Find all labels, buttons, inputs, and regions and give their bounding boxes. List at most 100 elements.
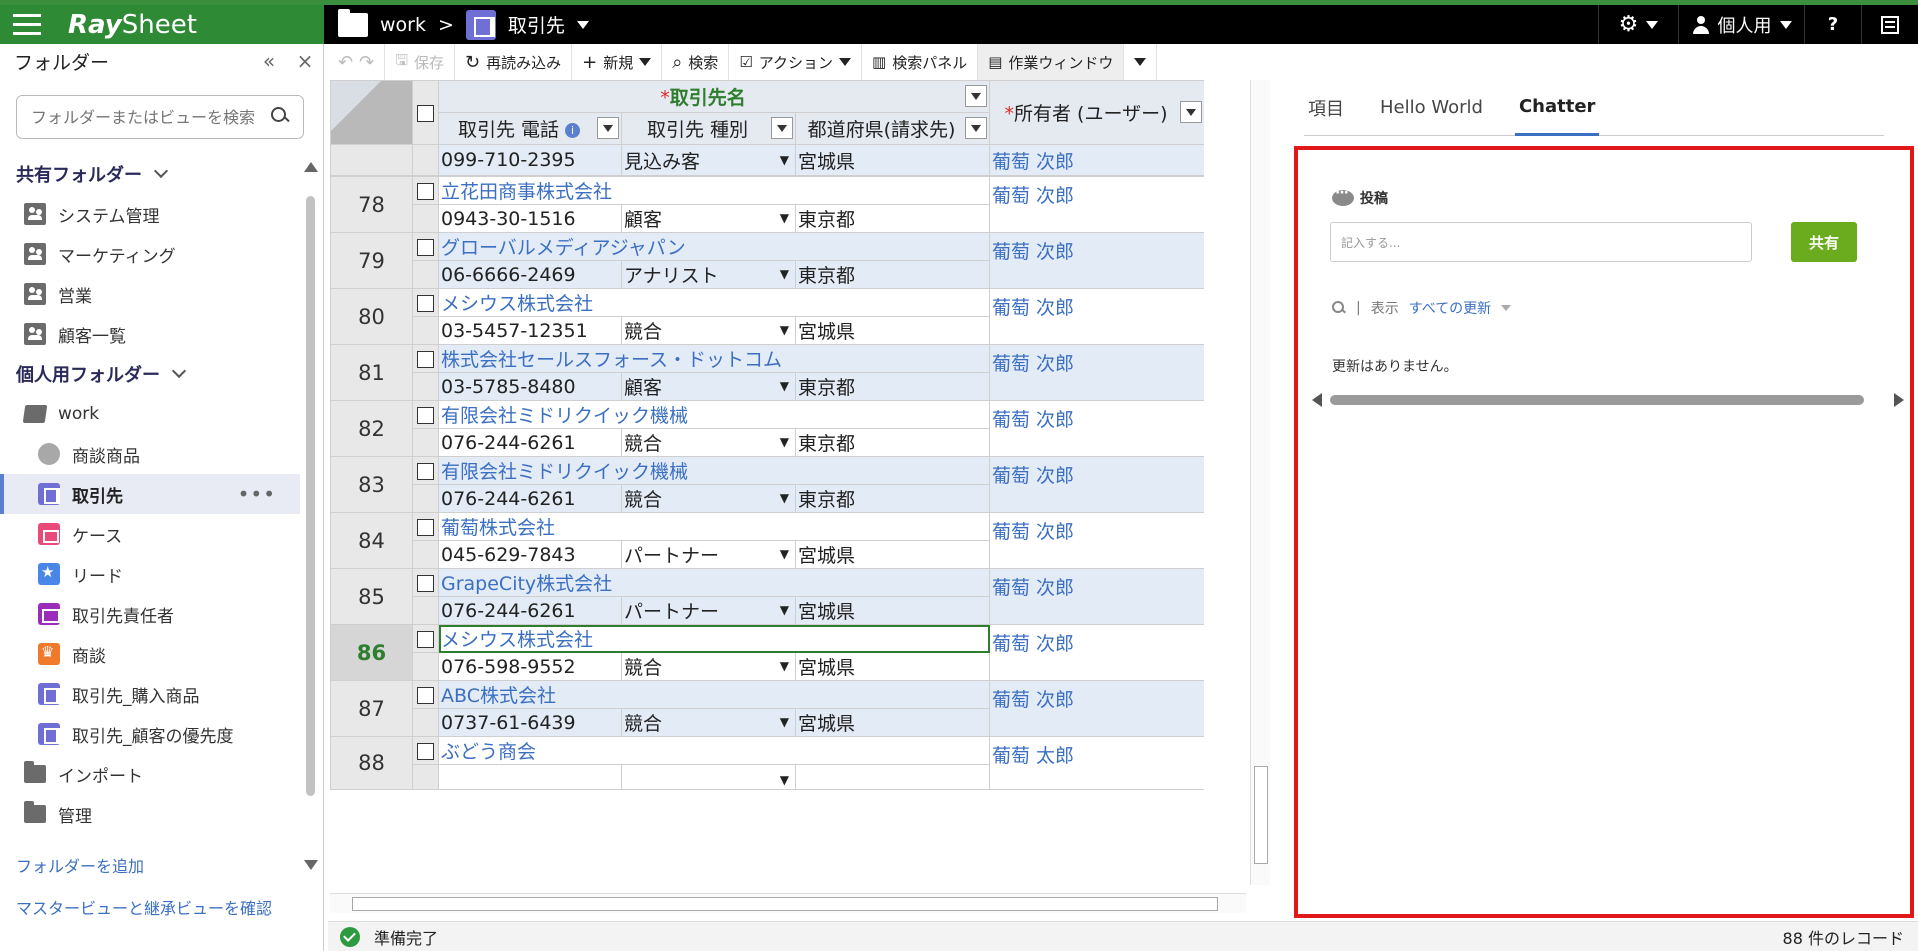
prefecture-cell[interactable]: 東京都 (795, 428, 990, 457)
table-row[interactable]: 82 有限会社ミドリクイック機械 葡萄 次郎 (330, 400, 1204, 457)
owner-cell[interactable]: 葡萄 次郎 (989, 568, 1204, 625)
table-row[interactable]: 87 ABC株式会社 葡萄 次郎 (330, 680, 1204, 737)
tab-chatter[interactable]: Chatter (1514, 80, 1600, 136)
phone-cell[interactable]: 076-244-6261 (438, 484, 622, 513)
type-cell[interactable]: ▼ (621, 764, 796, 790)
view-item-leads[interactable]: リード (0, 554, 300, 594)
check-views-link[interactable]: マスタービューと継承ビューを確認 (16, 888, 272, 930)
select-arrow-icon[interactable]: ▼ (780, 379, 789, 393)
row-number[interactable]: 78 (330, 176, 413, 233)
select-arrow-icon[interactable]: ▼ (780, 267, 789, 281)
save-button[interactable]: 🖫 保存 (385, 44, 455, 80)
select-all-corner[interactable] (330, 80, 413, 145)
account-name-cell[interactable]: 立花田商事株式会社 (438, 176, 990, 205)
row-number[interactable] (330, 144, 413, 176)
select-arrow-icon[interactable]: ▼ (780, 715, 789, 729)
owner-cell[interactable]: 葡萄 次郎 (989, 344, 1204, 401)
scroll-down-icon[interactable] (304, 860, 318, 870)
action-button[interactable]: ☑ アクション (729, 44, 863, 80)
header-account-name[interactable]: *取引先名 (437, 80, 991, 113)
select-arrow-icon[interactable]: ▼ (780, 435, 789, 449)
select-arrow-icon[interactable]: ▼ (780, 323, 789, 337)
row-checkbox[interactable] (417, 686, 434, 704)
row-checkbox[interactable] (417, 406, 434, 424)
table-row[interactable]: 88 ぶどう商会 葡萄 太郎 (330, 736, 1204, 790)
filter-value[interactable]: すべての更新 (1409, 298, 1491, 318)
row-checkbox[interactable] (417, 742, 434, 760)
account-name-cell[interactable]: メシウス株式会社 (438, 288, 990, 317)
calendar-button[interactable] (1861, 5, 1918, 44)
prefecture-cell[interactable]: 宮城県 (795, 652, 990, 681)
folder-item-system[interactable]: システム管理 (0, 194, 300, 234)
type-cell[interactable]: 競合 ▼ (621, 316, 796, 345)
add-folder-link[interactable]: フォルダーを追加 (16, 846, 272, 888)
table-row[interactable]: 86 メシウス株式会社 葡萄 次郎 (330, 624, 1204, 681)
close-sidebar-icon[interactable]: × (287, 49, 323, 73)
row-checkbox[interactable] (417, 350, 434, 368)
view-item-account-purchases[interactable]: 取引先_購入商品 (0, 674, 300, 714)
row-number[interactable]: 81 (330, 344, 413, 401)
phone-cell[interactable]: 03-5457-12351 (438, 316, 622, 345)
type-cell[interactable]: 競合 ▼ (621, 484, 796, 513)
select-arrow-icon[interactable]: ▼ (780, 547, 789, 561)
phone-cell[interactable]: 076-244-6261 (438, 596, 622, 625)
table-row[interactable]: 81 株式会社セールスフォース・ドットコム 葡萄 次郎 (330, 344, 1204, 401)
breadcrumb-folder[interactable]: work (380, 14, 426, 36)
info-icon[interactable]: i (565, 123, 581, 138)
row-checkbox[interactable] (417, 182, 434, 200)
row-number[interactable]: 79 (330, 232, 413, 289)
folder-item-import[interactable]: インポート (0, 754, 300, 794)
row-number[interactable]: 83 (330, 456, 413, 513)
folder-item-work[interactable]: work (0, 394, 300, 434)
view-item-account-priority[interactable]: 取引先_顧客の優先度 (0, 714, 300, 754)
redo-icon[interactable]: ↷ (359, 52, 374, 73)
folder-search-input[interactable] (31, 107, 261, 127)
folder-item-admin[interactable]: 管理 (0, 794, 300, 834)
owner-cell[interactable]: 葡萄 次郎 (989, 176, 1204, 233)
sidebar-scrollbar[interactable] (302, 156, 318, 870)
owner-cell[interactable]: 葡萄 次郎 (989, 400, 1204, 457)
scroll-thumb[interactable] (306, 196, 315, 796)
work-window-dropdown[interactable] (1124, 44, 1158, 80)
shared-folders-section[interactable]: 共有フォルダー (0, 154, 300, 194)
more-options-icon[interactable]: ••• (238, 482, 276, 506)
help-button[interactable]: ? (1804, 5, 1861, 44)
prefecture-cell[interactable]: 宮城県 (795, 596, 990, 625)
collapse-sidebar-icon[interactable]: « (251, 49, 287, 73)
row-checkbox[interactable] (417, 462, 434, 480)
grid-vertical-scrollbar[interactable] (1250, 80, 1270, 885)
owner-cell[interactable]: 葡萄 次郎 (989, 680, 1204, 737)
table-row[interactable]: 78 立花田商事株式会社 葡萄 次郎 (330, 176, 1204, 233)
phone-cell[interactable]: 045-629-7843 (438, 540, 622, 569)
prefecture-cell[interactable]: 東京都 (795, 484, 990, 513)
row-checkbox[interactable] (417, 294, 434, 312)
prefecture-cell[interactable]: 東京都 (795, 204, 990, 233)
row-checkbox[interactable] (417, 518, 434, 536)
prefecture-cell[interactable]: 東京都 (795, 372, 990, 401)
view-item-cases[interactable]: ケース (0, 514, 300, 554)
type-cell[interactable]: アナリスト ▼ (621, 260, 796, 289)
user-menu-button[interactable]: 個人用 (1678, 5, 1804, 44)
chatter-horizontal-scrollbar[interactable] (1308, 392, 1908, 408)
row-checkbox[interactable] (417, 238, 434, 256)
reload-button[interactable]: ↻ 再読み込み (455, 44, 573, 80)
prefecture-cell[interactable]: 宮城県 (794, 144, 991, 176)
row-number[interactable]: 88 (330, 736, 413, 790)
account-name-cell[interactable]: 有限会社ミドリクイック機械 (438, 456, 990, 485)
filter-dropdown-icon[interactable] (965, 117, 988, 139)
view-item-contacts[interactable]: 取引先責任者 (0, 594, 300, 634)
type-cell[interactable]: 競合 ▼ (621, 428, 796, 457)
phone-cell[interactable]: 0737-61-6439 (438, 708, 622, 737)
work-window-button[interactable]: ▤ 作業ウィンドウ (978, 44, 1125, 80)
owner-cell[interactable]: 葡萄 次郎 (989, 288, 1204, 345)
account-name-cell[interactable]: ABC株式会社 (438, 680, 990, 709)
phone-cell[interactable]: 076-244-6261 (438, 428, 622, 457)
type-cell[interactable]: パートナー ▼ (621, 596, 796, 625)
account-name-cell[interactable]: 葡萄株式会社 (438, 512, 990, 541)
grid-horizontal-scrollbar[interactable] (330, 893, 1246, 913)
select-all-checkbox[interactable] (417, 104, 434, 122)
row-number[interactable]: 86 (330, 624, 413, 681)
share-button[interactable]: 共有 (1791, 222, 1857, 262)
table-row-partial[interactable]: 099-710-2395 見込み客 ▼ 宮城県 葡萄 次郎 (330, 144, 1204, 176)
owner-cell[interactable]: 葡萄 次郎 (989, 144, 1204, 176)
